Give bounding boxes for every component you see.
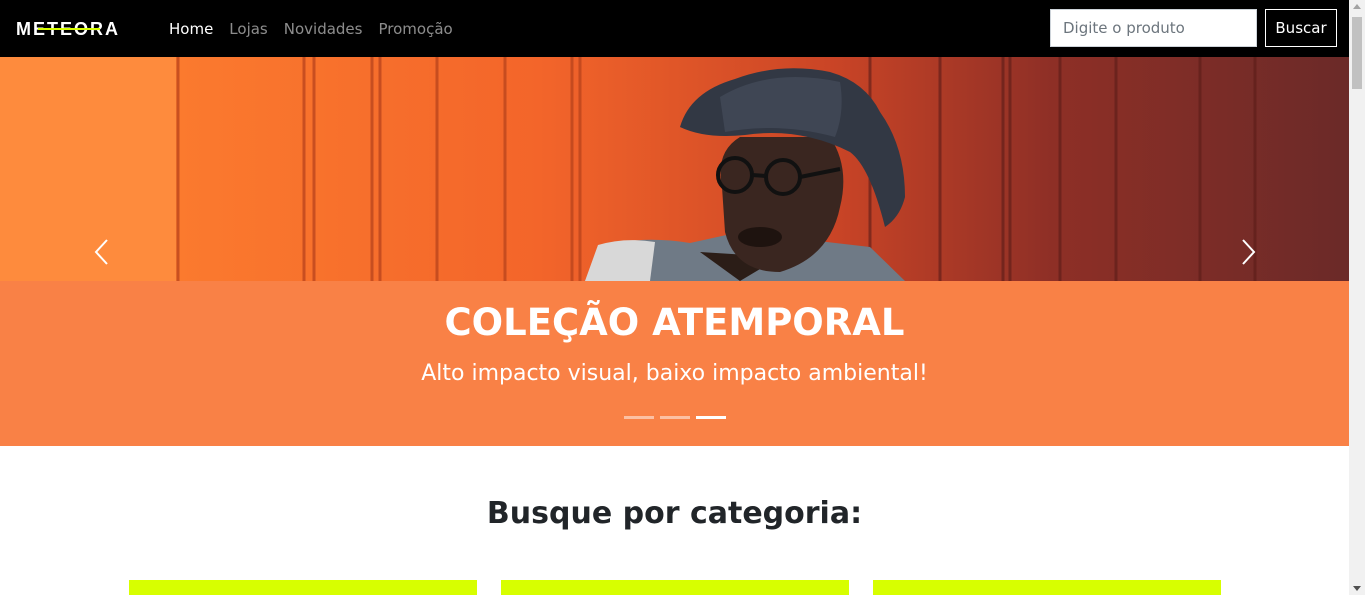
category-tile[interactable]	[873, 580, 1221, 595]
scroll-up-arrow-icon[interactable]	[1353, 4, 1361, 9]
carousel-indicator-3[interactable]	[696, 416, 726, 419]
carousel-subtitle: Alto impacto visual, baixo impacto ambie…	[421, 361, 928, 386]
nav-link-promocao[interactable]: Promoção	[378, 20, 452, 38]
category-tile[interactable]	[129, 580, 477, 595]
brand-logo[interactable]: METEORA	[16, 19, 120, 39]
navbar: METEORA Home Lojas Novidades Promoção Bu…	[0, 0, 1349, 57]
nav-link-lojas[interactable]: Lojas	[229, 20, 267, 38]
scroll-thumb[interactable]	[1352, 17, 1362, 89]
nav-link-home[interactable]: Home	[169, 20, 213, 38]
nav-link-novidades[interactable]: Novidades	[284, 20, 363, 38]
carousel-caption: COLEÇÃO ATEMPORAL Alto impacto visual, b…	[0, 281, 1349, 446]
carousel-next-button[interactable]	[1234, 237, 1264, 267]
page: METEORA Home Lojas Novidades Promoção Bu…	[0, 0, 1349, 595]
search-button[interactable]: Buscar	[1265, 9, 1337, 47]
categories-heading: Busque por categoria:	[486, 496, 863, 531]
search-input[interactable]	[1050, 9, 1257, 47]
chevron-left-icon	[94, 239, 108, 265]
nav-links: Home Lojas Novidades Promoção	[169, 0, 453, 57]
carousel-indicator-2[interactable]	[660, 416, 690, 419]
carousel-title: COLEÇÃO ATEMPORAL	[444, 301, 905, 344]
page-scrollbar[interactable]	[1349, 0, 1365, 595]
carousel-prev-button[interactable]	[88, 237, 118, 267]
carousel-indicators	[624, 416, 726, 419]
chevron-right-icon	[1242, 239, 1256, 265]
hero-photo	[0, 57, 1349, 281]
brand-logo-stripe	[38, 28, 100, 30]
scroll-down-arrow-icon[interactable]	[1353, 586, 1361, 591]
hero-carousel: COLEÇÃO ATEMPORAL Alto impacto visual, b…	[0, 57, 1349, 446]
carousel-indicator-1[interactable]	[624, 416, 654, 419]
category-tile[interactable]	[501, 580, 849, 595]
